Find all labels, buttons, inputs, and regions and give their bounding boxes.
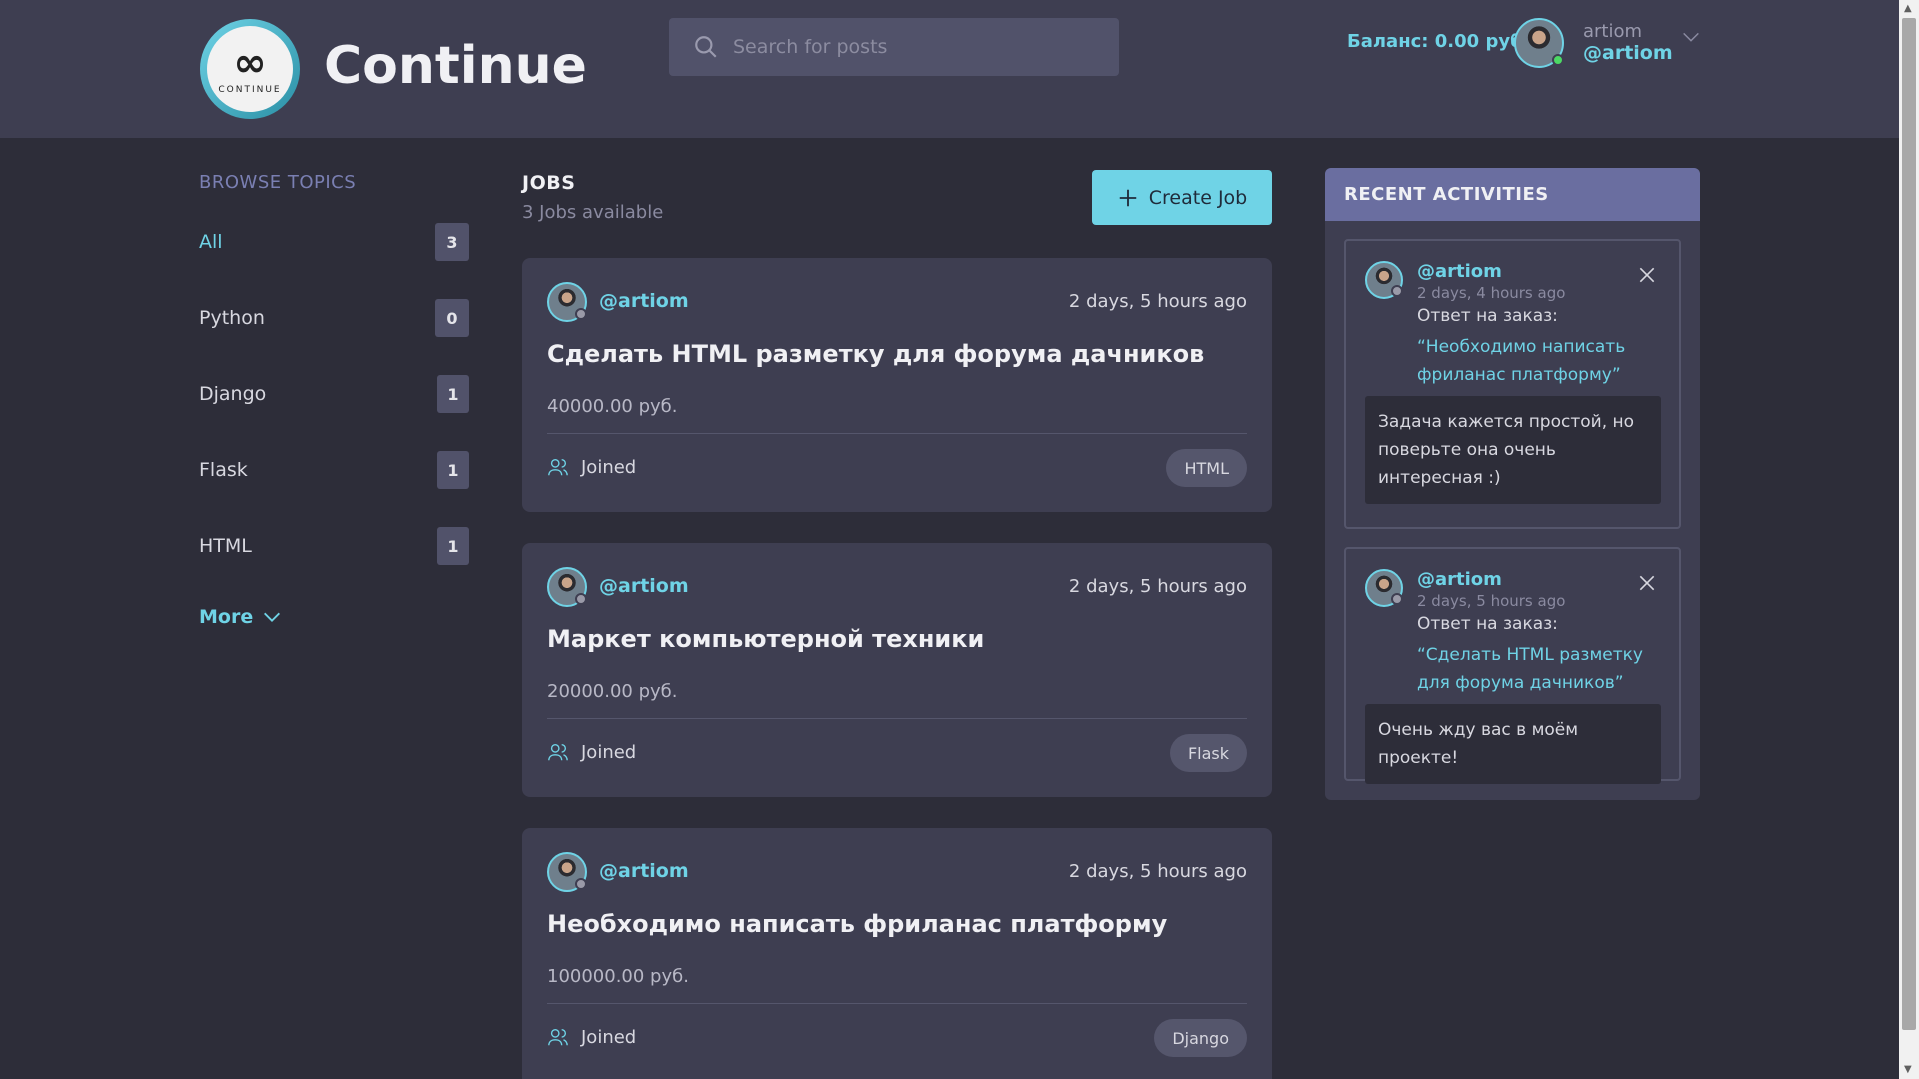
topic-tag[interactable]: HTML [1166,449,1247,487]
avatar[interactable] [1365,569,1403,607]
divider [547,1003,1247,1004]
browse-topics-title: BROWSE TOPICS [199,172,357,193]
scroll-up-arrow-icon[interactable]: ▲ [1904,4,1914,14]
job-price: 100000.00 руб. [547,966,689,987]
chevron-down-icon[interactable] [1680,26,1702,48]
job-author[interactable]: @artiom [599,860,689,882]
activity-item: @artiom 2 days, 4 hours ago Ответ на зак… [1344,239,1681,529]
topic-html[interactable]: HTML 1 [199,526,469,566]
search-box[interactable] [669,18,1119,76]
brand-title[interactable]: Continue [324,36,587,96]
status-icon [1391,285,1403,297]
activity-author[interactable]: @artiom [1417,261,1502,282]
avatar[interactable] [1365,261,1403,299]
topic-count-badge: 1 [437,527,469,565]
job-card[interactable]: @artiom 2 days, 5 hours ago Сделать HTML… [522,258,1272,512]
status-icon [1391,593,1403,605]
joined-info: Joined [547,741,636,763]
activity-label: Ответ на заказ: [1417,306,1558,326]
online-status-icon [1552,54,1564,66]
activity-author[interactable]: @artiom [1417,569,1502,590]
topic-label: Flask [199,459,248,481]
more-label: More [199,606,254,628]
user-avatar[interactable] [1514,18,1564,68]
topic-count-badge: 1 [437,375,469,413]
divider [547,433,1247,434]
job-title[interactable]: Необходимо написать фриланас платформу [547,910,1167,938]
joined-info: Joined [547,456,636,478]
job-card[interactable]: @artiom 2 days, 5 hours ago Необходимо н… [522,828,1272,1079]
job-author[interactable]: @artiom [599,575,689,597]
jobs-count: 3 Jobs available [522,202,664,223]
job-card[interactable]: @artiom 2 days, 5 hours ago Маркет компь… [522,543,1272,797]
top-header: ∞ CONTINUE Continue Баланс: 0.00 руб. ar… [0,0,1899,138]
user-handle[interactable]: @artiom [1583,42,1673,64]
users-icon [548,1028,568,1046]
logo[interactable]: ∞ CONTINUE [200,19,300,119]
status-icon [575,593,587,605]
users-icon [548,458,568,476]
job-author[interactable]: @artiom [599,290,689,312]
search-icon [695,36,717,58]
scrollbar-thumb[interactable] [1902,18,1916,1030]
topic-tag[interactable]: Django [1154,1019,1247,1057]
create-job-button[interactable]: Create Job [1092,170,1272,225]
joined-label: Joined [581,741,637,763]
job-time: 2 days, 5 hours ago [1068,861,1247,882]
logo-text: CONTINUE [218,85,282,95]
status-icon [575,308,587,320]
topic-count-badge: 1 [437,451,469,489]
topic-label: HTML [199,535,252,557]
topic-label: Python [199,307,265,329]
activity-job-link[interactable]: “Сделать HTML разметку для форума дачник… [1417,641,1657,697]
activity-label: Ответ на заказ: [1417,614,1558,634]
topic-flask[interactable]: Flask 1 [199,450,469,490]
activity-job-link[interactable]: “Необходимо написать фриланас платформу” [1417,333,1657,389]
scroll-down-arrow-icon[interactable]: ▼ [1904,1065,1914,1075]
user-name[interactable]: artiom [1583,21,1642,42]
topic-python[interactable]: Python 0 [199,298,469,338]
topic-count-badge: 0 [435,299,469,337]
chevron-down-icon [264,612,281,622]
job-time: 2 days, 5 hours ago [1068,291,1247,312]
activity-message: Задача кажется простой, но поверьте она … [1365,396,1661,504]
status-icon [575,878,587,890]
job-price: 40000.00 руб. [547,396,678,417]
joined-label: Joined [581,1026,637,1048]
scrollbar[interactable]: ▲ ▼ [1899,0,1919,1079]
activity-time: 2 days, 5 hours ago [1417,592,1566,610]
activity-message: Очень жду вас в моём проекте! [1365,704,1661,784]
job-title[interactable]: Маркет компьютерной техники [547,625,984,653]
close-icon[interactable] [1637,573,1657,593]
topic-tag[interactable]: Flask [1169,734,1247,772]
topic-django[interactable]: Django 1 [199,374,469,414]
create-job-label: Create Job [1148,186,1248,209]
avatar[interactable] [547,282,587,322]
job-title[interactable]: Сделать HTML разметку для форума дачнико… [547,340,1204,368]
logo-icon: ∞ CONTINUE [207,26,293,112]
recent-activities-panel: RECENT ACTIVITIES @artiom 2 days, 4 hour… [1325,168,1700,800]
close-icon[interactable] [1637,265,1657,285]
more-topics-button[interactable]: More [199,606,283,628]
jobs-title: JOBS [522,172,576,194]
topic-label: Django [199,383,267,405]
joined-info: Joined [547,1026,636,1048]
avatar[interactable] [547,567,587,607]
plus-icon [1119,189,1137,206]
recent-activities-title: RECENT ACTIVITIES [1325,168,1700,221]
balance-text: Баланс: 0.00 руб. [1347,31,1530,52]
divider [547,718,1247,719]
search-input[interactable] [733,36,1093,58]
activity-item: @artiom 2 days, 5 hours ago Ответ на зак… [1344,547,1681,784]
avatar[interactable] [547,852,587,892]
activity-time: 2 days, 4 hours ago [1417,284,1566,302]
job-price: 20000.00 руб. [547,681,678,702]
joined-label: Joined [581,456,637,478]
job-time: 2 days, 5 hours ago [1068,576,1247,597]
users-icon [548,743,568,761]
topic-label: All [199,231,223,253]
topic-count-badge: 3 [435,223,469,261]
topic-all[interactable]: All 3 [199,222,469,262]
